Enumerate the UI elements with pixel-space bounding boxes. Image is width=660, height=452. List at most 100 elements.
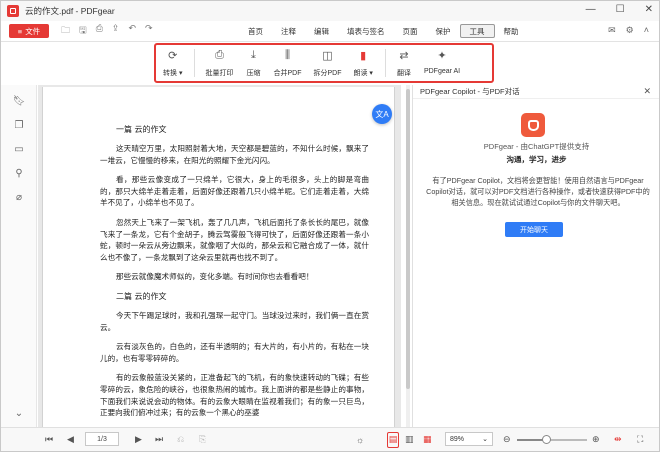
single-page-view-icon[interactable]: ▤ — [387, 431, 399, 448]
paragraph: 这天晴空万里，太阳照射着大地，天空都是碧蓝的，不知什么时候，飘来了一堆云，它慢慢… — [100, 144, 369, 165]
merge-icon: ⫼ — [284, 48, 290, 61]
tool-translate-label: 翻译 — [396, 70, 411, 77]
menu-tools[interactable]: 工具 — [459, 24, 495, 38]
tool-merge[interactable]: ⫼ 合并PDF — [273, 44, 301, 78]
tool-convert[interactable]: ⟳ 转换 ▾ — [163, 44, 182, 78]
collapse-ribbon-icon[interactable]: ˄ — [644, 25, 649, 36]
menu-page[interactable]: 页面 — [394, 24, 427, 38]
zoom-value: 89% — [450, 435, 465, 443]
start-chat-button[interactable]: 开始聊天 — [505, 222, 563, 237]
chevron-down-icon: ⌄ — [482, 436, 488, 443]
tool-read-aloud[interactable]: ▮ 朗读 ▾ — [353, 44, 372, 78]
attachment-icon[interactable]: ⌀ — [13, 191, 25, 203]
redo-icon[interactable]: ↷ — [145, 23, 153, 39]
paragraph: 那些云就像魔术师似的，变化多端。有时间你也去看看吧！ — [116, 272, 314, 282]
read-aloud-icon: ▮ — [360, 49, 367, 62]
zoom-out-icon[interactable]: ⊖ — [503, 432, 511, 448]
quick-access: 🗀 🖫 ⎙ ⇪ ↶ ↷ — [61, 23, 153, 39]
menu-help[interactable]: 帮助 — [495, 24, 528, 38]
prev-page-icon[interactable]: ◀ — [67, 432, 74, 448]
first-page-icon[interactable]: ⏮ — [45, 432, 53, 448]
menu-fill-sign[interactable]: 填表与签名 — [338, 24, 394, 38]
continuous-view-icon[interactable]: ▥ — [405, 432, 414, 448]
last-page-icon[interactable]: ⏭ — [155, 432, 163, 448]
main-menu: 首页 注释 编辑 填表与签名 页面 保护 工具 帮助 — [239, 21, 528, 41]
compress-icon: ⤓ — [251, 48, 256, 61]
notification-icon[interactable]: ✉ — [608, 25, 616, 36]
file-menu-button[interactable]: ≡ 文件 — [9, 24, 49, 38]
ai-icon: ✦ — [437, 49, 447, 62]
share-icon[interactable]: ⇪ — [112, 23, 120, 39]
copilot-header: PDFgear Copilot - 与PDF对话 ✕ — [413, 85, 659, 99]
brightness-icon[interactable]: ☼ — [356, 432, 364, 448]
tool-divider — [194, 49, 196, 77]
translate-float-button[interactable]: 文A — [372, 104, 392, 124]
tool-batch-print[interactable]: ⎙ 批量打印 — [205, 44, 233, 78]
tool-compress-label: 压缩 — [246, 70, 261, 77]
window-controls: — ☐ ✕ — [586, 4, 653, 15]
signature-icon[interactable]: ⚲ — [13, 167, 25, 179]
zoom-slider-knob[interactable] — [541, 435, 551, 444]
open-folder-icon[interactable]: 🗀 — [61, 23, 70, 39]
paragraph: 有的云象般蓝没关紧的，正准备起飞的飞机，有的象快速转动的飞碟；有些零碎的云，象危… — [100, 373, 369, 418]
app-window: 云的作文.pdf - PDFgear — ☐ ✕ ≡ 文件 🗀 🖫 ⎙ ⇪ ↶ … — [0, 0, 660, 452]
tool-pdfgear-ai-label: PDFgear AI — [423, 68, 461, 75]
tool-batch-print-label: 批量打印 — [205, 70, 234, 77]
settings-icon[interactable]: ⚙ — [626, 25, 634, 36]
tool-split[interactable]: ◫ 拆分PDF — [313, 44, 341, 78]
app-logo-icon — [7, 5, 19, 17]
save-icon[interactable]: 🖫 — [79, 23, 87, 39]
copilot-panel: PDFgear Copilot - 与PDF对话 ✕ PDFgear - 由Ch… — [412, 85, 659, 427]
zoom-in-icon[interactable]: ⊕ — [592, 432, 600, 448]
tool-translate[interactable]: ⇄ 翻译 — [396, 44, 412, 78]
tool-compress[interactable]: ⤓ 压缩 — [245, 44, 261, 78]
tool-pdfgear-ai[interactable]: ✦ PDFgear AI — [423, 44, 461, 76]
tool-merge-label: 合并PDF — [273, 70, 302, 77]
scroll-thumb[interactable] — [406, 89, 410, 389]
tool-split-label: 拆分PDF — [313, 70, 342, 77]
menu-lines-icon: ≡ — [17, 26, 23, 36]
batch-print-icon: ⎙ — [215, 48, 224, 61]
back-icon[interactable]: ⎌ — [177, 432, 184, 448]
menu-protect[interactable]: 保护 — [427, 24, 460, 38]
copilot-tagline: 沟通，学习，进步 — [506, 155, 567, 164]
close-icon[interactable]: ✕ — [645, 4, 653, 15]
zoom-select[interactable]: 89% ⌄ — [445, 432, 493, 446]
tool-read-aloud-label: 朗读 ▾ — [353, 70, 373, 77]
bookmark-icon[interactable]: 🔖︎ — [13, 95, 26, 107]
menu-annotate[interactable]: 注释 — [272, 24, 305, 38]
menu-right-icons: ✉ ⚙ ˄ — [608, 25, 649, 36]
paragraph: 云有淡灰色的，白色的，还有半透明的；有大片的，有小片的，有粘在一块儿的，也有零零… — [100, 342, 369, 363]
minimize-icon[interactable]: — — [586, 4, 596, 15]
tool-convert-label: 转换 ▾ — [163, 70, 183, 77]
copilot-logo-icon — [521, 113, 545, 137]
document-scrollbar[interactable] — [406, 85, 410, 427]
menu-home[interactable]: 首页 — [239, 24, 272, 38]
zoom-slider[interactable] — [517, 435, 587, 444]
fullscreen-icon[interactable]: ⛶ — [637, 432, 643, 448]
fit-width-icon[interactable]: ⇹ — [614, 432, 622, 448]
translate-icon: ⇄ — [399, 49, 409, 62]
maximize-icon[interactable]: ☐ — [616, 4, 625, 15]
document-viewer: 一篇 云的作文 这天晴空万里，太阳照射着大地，天空都是碧蓝的，不知什么时候，飘来… — [38, 85, 401, 427]
title-bar: 云的作文.pdf - PDFgear — ☐ ✕ — [1, 1, 659, 21]
paragraph: 今天下午踢足球时，我和孔强琛一起守门。当球没过来时，我们俩一直在赏云。 — [100, 310, 369, 332]
comments-icon[interactable]: ▭ — [13, 143, 25, 155]
essay-heading-2: 二篇 云的作文 — [116, 291, 167, 301]
thumbnails-icon[interactable]: ❐ — [13, 119, 25, 131]
print-icon[interactable]: ⎙ — [96, 23, 103, 39]
copilot-subtitle: PDFgear - 由ChatGPT提供支持 — [483, 142, 590, 151]
toolbar-divider — [1, 41, 659, 42]
tool-divider — [384, 49, 386, 77]
pdf-page: 一篇 云的作文 这天晴空万里，太阳照射着大地，天空都是碧蓝的，不知什么时候，飘来… — [42, 87, 395, 427]
chevron-down-icon[interactable]: ⌄ — [13, 407, 25, 419]
two-page-view-icon[interactable]: ▦ — [423, 432, 432, 448]
forward-icon[interactable]: ⎘ — [199, 432, 206, 448]
tools-ribbon: ⟳ 转换 ▾ ⎙ 批量打印 ⤓ 压缩 ⫼ 合并PDF ◫ 拆分PDF ▮ 朗读 … — [163, 44, 472, 82]
next-page-icon[interactable]: ▶ — [135, 432, 142, 448]
undo-icon[interactable]: ↶ — [128, 23, 136, 39]
essay-heading-1: 一篇 云的作文 — [116, 125, 167, 134]
menu-edit[interactable]: 编辑 — [305, 24, 338, 38]
close-icon[interactable]: ✕ — [643, 86, 651, 97]
page-number-input[interactable]: 1/3 — [85, 432, 119, 446]
